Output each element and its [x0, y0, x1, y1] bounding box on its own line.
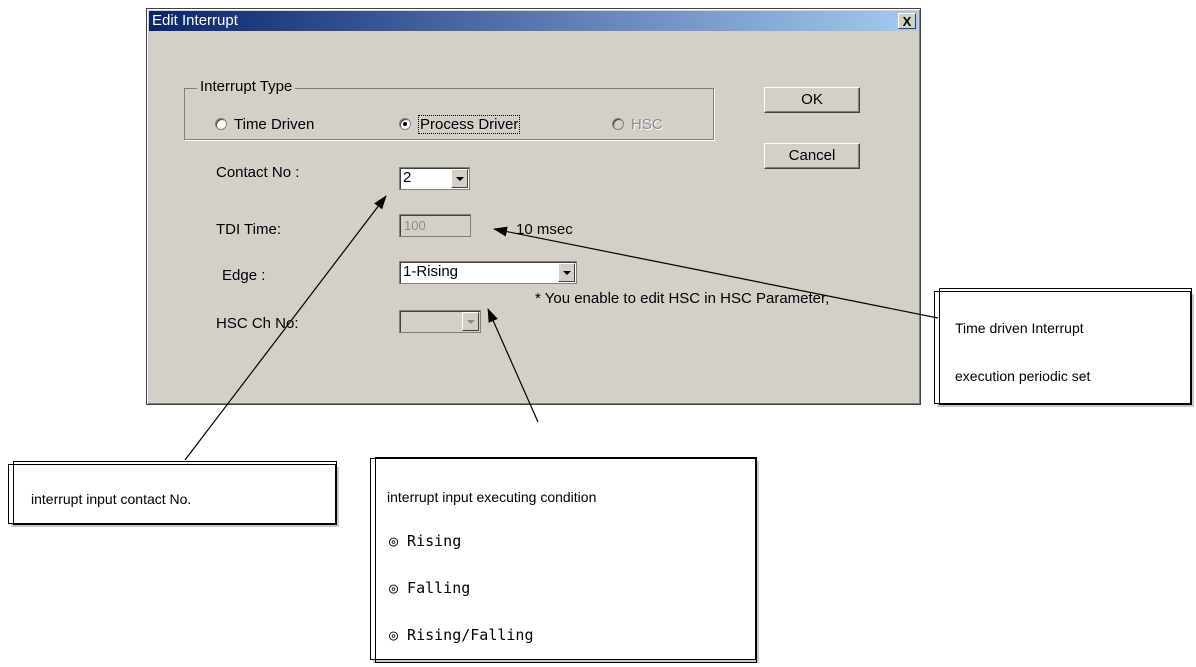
annotation-arrows	[184, 195, 939, 461]
arrow-edge	[487, 308, 539, 423]
arrow-contact-no	[184, 195, 387, 461]
arrow-tdi-time	[493, 226, 939, 319]
